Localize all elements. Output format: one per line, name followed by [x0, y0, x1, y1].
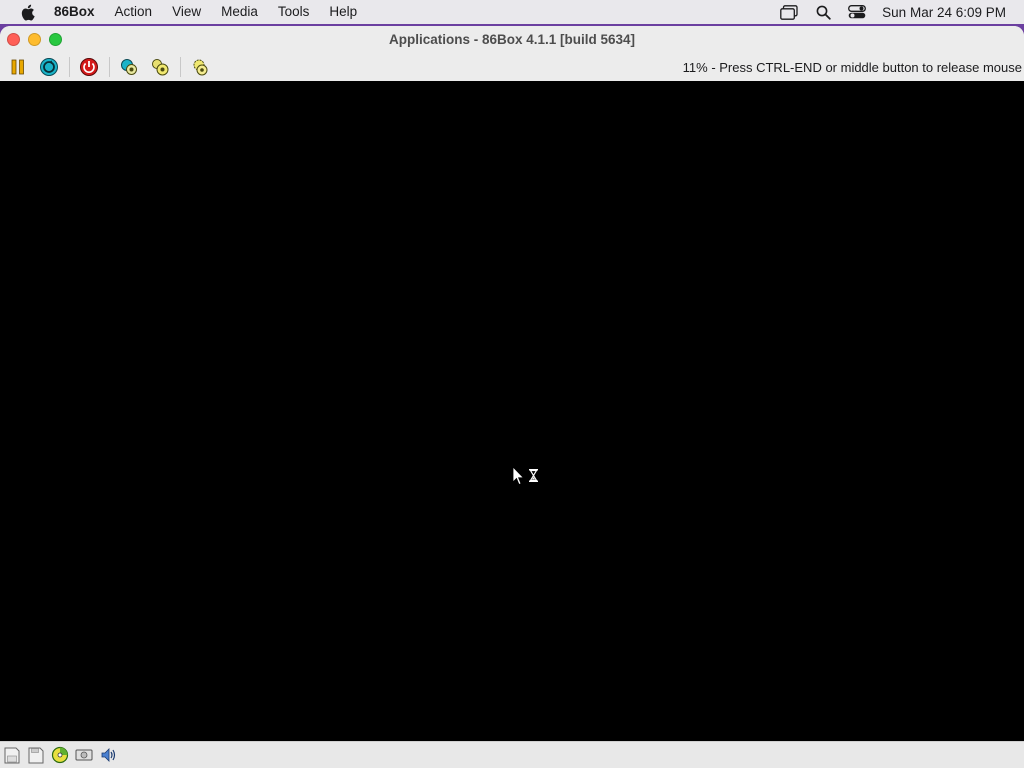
menu-app-name[interactable]: 86Box	[54, 0, 105, 24]
apple-logo-icon[interactable]	[0, 4, 54, 21]
mouse-capture-status: 11% - Press CTRL-END or middle button to…	[682, 59, 1022, 75]
floppy-drive-2-icon[interactable]	[24, 744, 48, 766]
menu-tools[interactable]: Tools	[268, 0, 320, 24]
toolbar-separator	[109, 57, 110, 77]
menu-action[interactable]: Action	[105, 0, 163, 24]
status-bar	[0, 741, 1024, 768]
menu-media[interactable]: Media	[211, 0, 268, 24]
menu-help[interactable]: Help	[319, 0, 367, 24]
toolbar-separator	[180, 57, 181, 77]
emulator-screen[interactable]	[0, 81, 1024, 741]
menubar-clock[interactable]: Sun Mar 24 6:09 PM	[874, 5, 1024, 20]
settings-gear-icon	[193, 59, 208, 76]
power-icon	[80, 58, 98, 76]
hard-disk-icon[interactable]	[72, 744, 96, 766]
title-bar[interactable]: Applications - 86Box 4.1.1 [build 5634]	[0, 26, 1024, 53]
window-title: Applications - 86Box 4.1.1 [build 5634]	[388, 32, 636, 47]
pause-button[interactable]	[4, 55, 32, 79]
sound-icon[interactable]	[96, 744, 120, 766]
window-switcher-icon[interactable]	[772, 4, 806, 20]
floppy-drive-1-icon[interactable]	[0, 744, 24, 766]
ctrl-alt-del-button[interactable]	[35, 55, 63, 79]
app-window: Applications - 86Box 4.1.1 [build 5634] …	[0, 26, 1024, 768]
toolbar: 11% - Press CTRL-END or middle button to…	[0, 53, 1024, 81]
maximize-window-button[interactable]	[49, 33, 62, 46]
control-center-icon[interactable]	[840, 5, 874, 19]
hard-reset-button[interactable]	[115, 55, 143, 79]
menu-bar: 86Box Action View Media Tools Help Sun M…	[0, 0, 1024, 24]
wait-arrow-hourglass-icon	[512, 466, 542, 495]
close-window-button[interactable]	[7, 33, 20, 46]
cdrom-drive-icon[interactable]	[48, 744, 72, 766]
window-controls	[0, 33, 62, 46]
gear-reset-icon	[121, 59, 137, 75]
pause-icon	[11, 59, 24, 75]
settings-button[interactable]	[186, 55, 214, 79]
toolbar-separator	[69, 57, 70, 77]
reset-cycle-icon	[40, 58, 58, 76]
menu-view[interactable]: View	[162, 0, 211, 24]
minimize-window-button[interactable]	[28, 33, 41, 46]
ctrl-alt-esc-button[interactable]	[146, 55, 174, 79]
gear-star-icon	[152, 59, 169, 76]
spotlight-search-icon[interactable]	[806, 5, 840, 20]
power-off-button[interactable]	[75, 55, 103, 79]
